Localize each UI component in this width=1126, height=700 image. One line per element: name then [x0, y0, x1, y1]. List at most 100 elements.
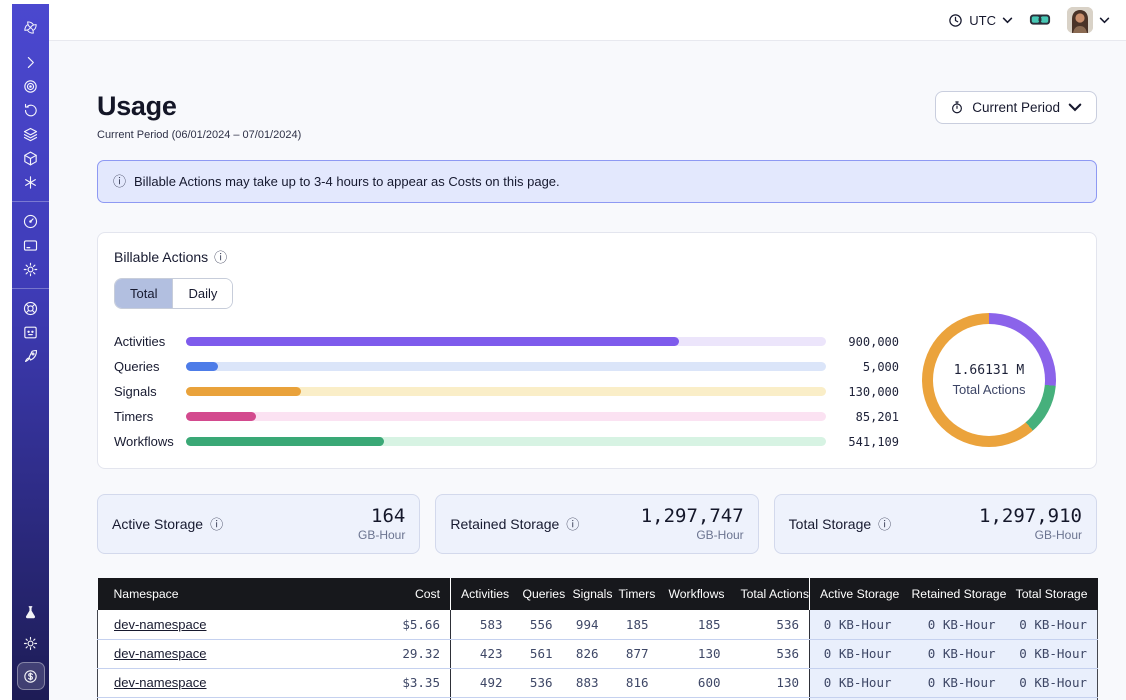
storage-card-label: Active Storage ⓘ — [112, 516, 223, 532]
cell-retained-storage: 0 KB-Hour — [902, 610, 1006, 639]
namespace-link[interactable]: dev-namespace — [114, 675, 207, 690]
page-title-block: Usage Current Period (06/01/2024 – 07/01… — [97, 91, 301, 141]
period-selector-button[interactable]: Current Period — [935, 91, 1097, 124]
bar-label: Signals — [114, 384, 186, 399]
bar-label: Timers — [114, 409, 186, 424]
feedback-icon[interactable] — [17, 320, 45, 344]
bar-track — [186, 362, 826, 371]
info-icon: ⓘ — [210, 518, 223, 531]
history-icon[interactable] — [17, 98, 45, 122]
namespaces-icon[interactable] — [17, 74, 45, 98]
bar-track — [186, 387, 826, 396]
billable-actions-bar-chart: Activities 900,000 Queries5,000 Signals 130,… — [114, 329, 914, 454]
chevron-down-icon — [1099, 17, 1110, 24]
bar-value: 900,000 — [836, 335, 899, 349]
collapse-chevron-icon[interactable] — [17, 50, 45, 74]
cell-total-actions: 536 — [731, 639, 810, 668]
billing-card-icon[interactable] — [17, 233, 45, 257]
avatar[interactable] — [1067, 7, 1093, 33]
timezone-selector[interactable]: UTC — [948, 13, 1013, 28]
column-header-active-storage: Active Storage — [810, 578, 902, 610]
cell-active-storage: 0 KB-Hour — [810, 639, 902, 668]
cell-workflows: 185 — [659, 610, 731, 639]
storage-summary-row: Active Storage ⓘ 164 GB-Hour Retained Storag… — [97, 494, 1097, 554]
column-header-signals: Signals — [563, 578, 609, 610]
namespace-link[interactable]: dev-namespace — [114, 646, 207, 661]
table-row: dev-namespace$3.354925368838166001300 KB… — [98, 668, 1098, 697]
cell-cost: $5.66 — [383, 610, 451, 639]
donut-center: 1.66131 M Total Actions — [933, 324, 1045, 436]
cell-total-actions: 130 — [731, 668, 810, 697]
cube-icon[interactable] — [17, 146, 45, 170]
cell-namespace: dev-namespace — [98, 668, 383, 697]
temporal-logo-icon[interactable] — [17, 12, 45, 42]
theme-sun-icon[interactable] — [17, 631, 45, 655]
bar-row-workflows: Workflows541,109 — [114, 429, 914, 454]
cell-total-storage: 0 KB-Hour — [1006, 639, 1098, 668]
cell-queries: 561 — [513, 639, 563, 668]
goggles-icon[interactable] — [1029, 11, 1051, 29]
billable-actions-title: Billable Actions — [114, 249, 208, 265]
cell-cost: 29.32 — [383, 639, 451, 668]
info-icon: ⓘ — [214, 251, 227, 264]
table-body: dev-namespace$5.665835569941851855360 KB… — [98, 610, 1098, 700]
gear-icon[interactable] — [17, 257, 45, 281]
bar-fill — [186, 362, 218, 371]
cell-workflows: 600 — [659, 668, 731, 697]
chevron-down-icon — [1002, 17, 1013, 24]
period-selector-label: Current Period — [972, 100, 1060, 115]
asterisk-icon[interactable] — [17, 170, 45, 194]
usage-dollar-icon[interactable] — [17, 662, 45, 690]
bar-row-queries: Queries5,000 — [114, 354, 914, 379]
clock-icon — [948, 13, 963, 28]
sidebar-divider — [12, 288, 49, 289]
cell-namespace: dev-namespace — [98, 639, 383, 668]
support-lifebuoy-icon[interactable] — [17, 296, 45, 320]
bar-track — [186, 337, 826, 346]
bar-fill — [186, 387, 301, 396]
layers-icon[interactable] — [17, 122, 45, 146]
table-head: NamespaceCostActivitiesQueriesSignalsTim… — [98, 578, 1098, 610]
topbar: UTC — [49, 0, 1126, 41]
bar-row-timers: Timers85,201 — [114, 404, 914, 429]
billable-actions-card: Billable Actions ⓘ TotalDaily Activities… — [97, 232, 1097, 469]
account-menu[interactable] — [1067, 7, 1110, 33]
cell-retained-storage: 0 KB-Hour — [902, 668, 1006, 697]
total-actions-label: Total Actions — [953, 382, 1026, 397]
total-actions-donut-chart: 1.66131 M Total Actions — [922, 313, 1056, 447]
bar-value: 130,000 — [836, 385, 899, 399]
info-banner-text: Billable Actions may take up to 3-4 hour… — [134, 174, 560, 189]
storage-card-label-text: Retained Storage — [450, 516, 559, 532]
storage-card-value-block: 1,297,747GB-Hour — [641, 506, 744, 542]
stopwatch-icon — [950, 100, 964, 115]
timezone-label: UTC — [969, 13, 996, 28]
rocket-icon[interactable] — [17, 344, 45, 368]
storage-card-value: 1,297,747 — [641, 506, 744, 527]
billable-actions-tabs: TotalDaily — [114, 278, 233, 309]
cell-timers: 816 — [609, 668, 659, 697]
cell-activities: 423 — [451, 639, 513, 668]
tab-total[interactable]: Total — [115, 279, 172, 308]
storage-card-unit: GB-Hour — [979, 528, 1082, 542]
cell-active-storage: 0 KB-Hour — [810, 668, 902, 697]
table-row: dev-namespace$5.665835569941851855360 KB… — [98, 610, 1098, 639]
cell-timers: 877 — [609, 639, 659, 668]
bar-row-signals: Signals 130,000 — [114, 379, 914, 404]
column-header-total-actions: Total Actions — [731, 578, 810, 610]
storage-card-label-text: Total Storage — [789, 516, 872, 532]
column-header-total-storage: Total Storage — [1006, 578, 1098, 610]
storage-card-value: 164 — [358, 506, 405, 527]
gauge-icon[interactable] — [17, 209, 45, 233]
cell-cost: $3.35 — [383, 668, 451, 697]
table-header-row: NamespaceCostActivitiesQueriesSignalsTim… — [98, 578, 1098, 610]
namespace-usage-table: NamespaceCostActivitiesQueriesSignalsTim… — [97, 578, 1098, 700]
bar-label: Activities — [114, 334, 186, 349]
cell-workflows: 130 — [659, 639, 731, 668]
tab-daily[interactable]: Daily — [172, 279, 232, 308]
flask-icon[interactable] — [17, 600, 45, 624]
page-header: Usage Current Period (06/01/2024 – 07/01… — [97, 91, 1097, 141]
storage-card-label-text: Active Storage — [112, 516, 203, 532]
namespace-link[interactable]: dev-namespace — [114, 617, 207, 632]
sidebar — [12, 4, 49, 700]
cell-queries: 536 — [513, 668, 563, 697]
